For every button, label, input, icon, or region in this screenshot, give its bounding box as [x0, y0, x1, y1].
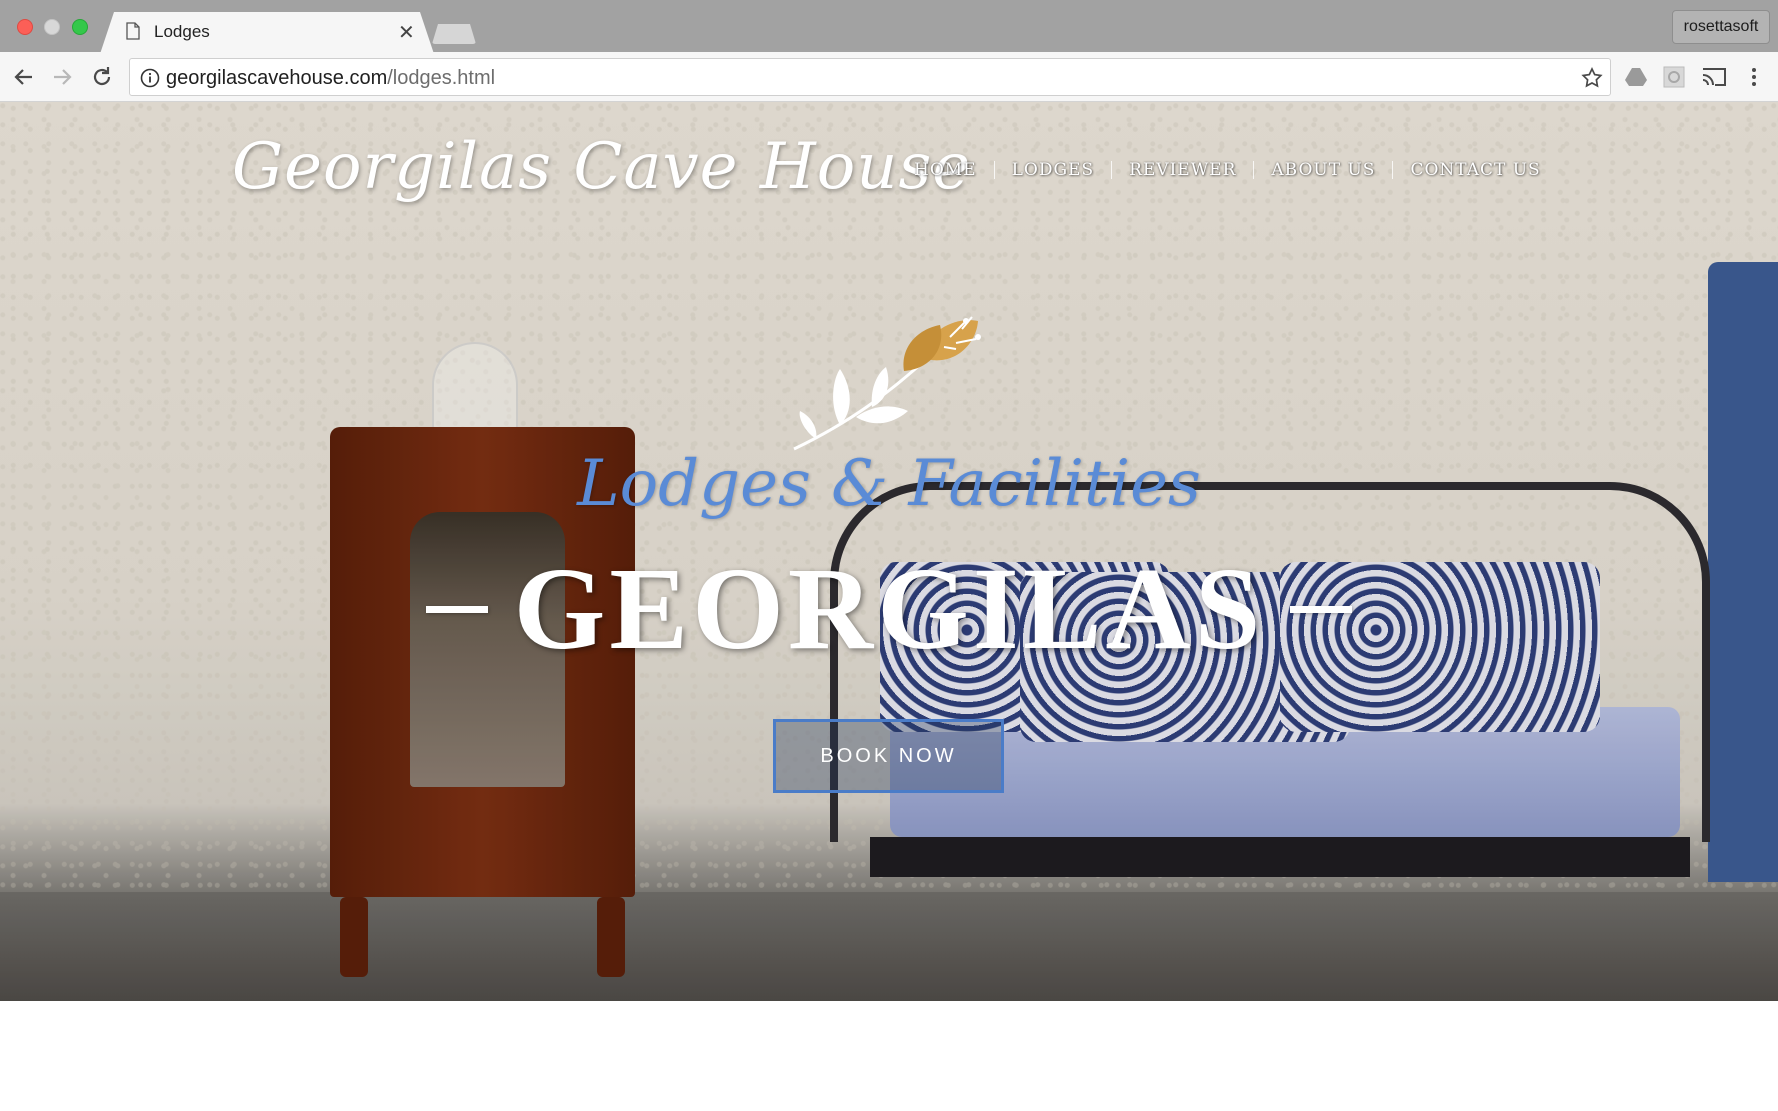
- hero-section: Georgilas Cave House HOME LODGES REVIEWE…: [0, 102, 1778, 1001]
- main-nav: HOME LODGES REVIEWER ABOUT US CONTACT US: [914, 160, 1541, 180]
- url-path: /lodges.html: [387, 67, 496, 89]
- cast-icon[interactable]: [1700, 63, 1728, 91]
- nav-lodges[interactable]: LODGES: [1012, 160, 1095, 180]
- page-subtitle: Lodges & Facilities: [577, 447, 1201, 521]
- info-icon[interactable]: [140, 68, 160, 88]
- page-headline: GEORGILAS: [513, 543, 1265, 674]
- nav-reviewer[interactable]: REVIEWER: [1129, 160, 1236, 180]
- browser-tab-bar: Lodges ✕ rosettasoft: [0, 0, 1778, 54]
- drive-icon[interactable]: [1622, 63, 1650, 91]
- book-now-button[interactable]: BOOK NOW: [773, 719, 1004, 793]
- nav-divider: [1392, 161, 1394, 179]
- nav-home[interactable]: HOME: [914, 160, 977, 180]
- address-bar[interactable]: georgilascavehouse.com/lodges.html: [129, 58, 1611, 96]
- nav-divider: [1111, 161, 1113, 179]
- minimize-window-button[interactable]: [44, 19, 60, 35]
- menu-icon[interactable]: [1740, 63, 1768, 91]
- back-icon[interactable]: [10, 63, 38, 91]
- browser-tab[interactable]: Lodges ✕: [100, 12, 434, 54]
- url-text: georgilascavehouse.com/lodges.html: [166, 67, 495, 90]
- url-host: georgilascavehouse.com: [166, 67, 388, 89]
- site-logo[interactable]: Georgilas Cave House: [232, 130, 971, 204]
- maximize-window-button[interactable]: [72, 19, 88, 35]
- nav-divider: [1253, 161, 1255, 179]
- leaf-ornament-icon: [793, 316, 981, 451]
- headline-dash-right: [1290, 605, 1353, 613]
- nav-divider: [993, 161, 995, 179]
- headline-row: GEORGILAS: [0, 550, 1778, 668]
- new-tab-button[interactable]: [432, 24, 476, 44]
- page-icon: [126, 22, 140, 40]
- close-icon[interactable]: ✕: [398, 20, 415, 45]
- nav-about-us[interactable]: ABOUT US: [1271, 160, 1375, 180]
- profile-button[interactable]: rosettasoft: [1672, 10, 1770, 44]
- extension-icon[interactable]: [1660, 63, 1688, 91]
- browser-toolbar: georgilascavehouse.com/lodges.html: [0, 52, 1778, 102]
- star-icon[interactable]: [1580, 66, 1604, 90]
- nav-contact-us[interactable]: CONTACT US: [1410, 160, 1540, 180]
- close-window-button[interactable]: [17, 19, 33, 35]
- tab-title: Lodges: [154, 22, 210, 41]
- forward-icon[interactable]: [48, 63, 76, 91]
- reload-icon[interactable]: [88, 63, 116, 91]
- headline-dash-left: [425, 605, 488, 613]
